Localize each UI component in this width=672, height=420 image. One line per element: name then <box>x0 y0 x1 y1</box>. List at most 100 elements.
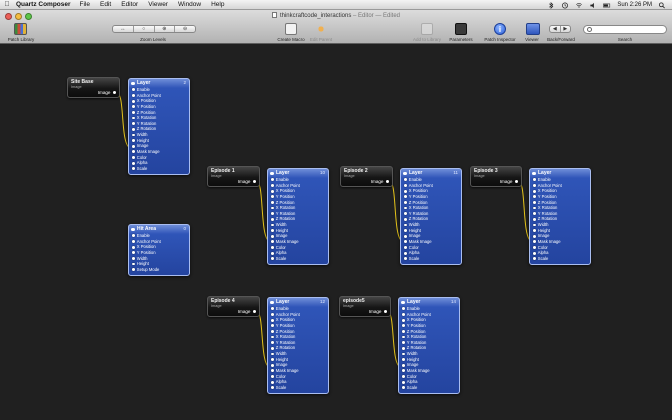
zoom-fit-button[interactable]: ↔ <box>113 26 134 32</box>
viewer-icon[interactable] <box>526 23 540 35</box>
output-port-dot[interactable] <box>112 90 116 95</box>
input-port-dot[interactable] <box>533 251 536 255</box>
input-port-dot[interactable] <box>132 156 135 159</box>
patch-episode-5[interactable]: episode5 Image Image <box>339 296 391 317</box>
output-port[interactable]: Image <box>238 309 256 314</box>
input-port-dot[interactable] <box>404 212 407 216</box>
output-port[interactable]: Image <box>500 179 518 184</box>
output-port-dot[interactable] <box>252 309 256 314</box>
input-port-dot[interactable] <box>271 313 274 316</box>
output-port-dot[interactable] <box>385 179 389 184</box>
patch-layer-episode-2[interactable]: Layer 11 Enable Anchor Point X Position Y Po… <box>400 168 462 265</box>
input-port-dot[interactable] <box>132 262 135 266</box>
input-port-dot[interactable] <box>132 240 135 243</box>
output-port[interactable]: Image <box>369 309 387 314</box>
input-port-dot[interactable] <box>533 189 536 193</box>
output-port[interactable]: Image <box>371 179 389 184</box>
input-port-dot[interactable] <box>132 94 135 97</box>
input-port-dot[interactable] <box>533 184 536 187</box>
input-port-dot[interactable] <box>533 240 536 244</box>
input-port-dot[interactable] <box>533 217 536 221</box>
patch-layer-episode-1[interactable]: Layer 10 Enable Anchor Point X Position Y Po… <box>267 168 329 265</box>
bluetooth-icon[interactable] <box>547 1 555 9</box>
patch-episode-1[interactable]: Episode 1 Image Image <box>207 166 260 187</box>
input-port-dot[interactable] <box>533 200 536 204</box>
viewer-button[interactable]: Viewer <box>520 37 544 42</box>
patch-layer-episode-5[interactable]: Layer 14 Enable Anchor Point X Position Y Po… <box>398 297 460 394</box>
zoom-actual-button[interactable]: ○ <box>134 26 155 32</box>
input-port-dot[interactable] <box>402 335 405 339</box>
input-port-dot[interactable] <box>404 234 407 238</box>
menu-window[interactable]: Window <box>178 1 201 8</box>
input-port-dot[interactable] <box>132 268 135 272</box>
patch-library-icon[interactable] <box>14 23 27 35</box>
input-port-dot[interactable] <box>402 369 405 373</box>
input-port-dot[interactable] <box>533 234 536 238</box>
input-port-dot[interactable] <box>132 150 135 154</box>
input-port-dot[interactable] <box>533 257 536 261</box>
input-port-dot[interactable] <box>271 229 274 232</box>
input-port-dot[interactable] <box>402 313 405 316</box>
input-port-dot[interactable] <box>404 217 407 221</box>
patch-site-base[interactable]: Site Base Image Image <box>67 77 120 98</box>
input-port[interactable]: Scale <box>132 166 189 172</box>
input-port-dot[interactable] <box>271 358 274 361</box>
input-port-dot[interactable] <box>533 206 536 210</box>
menu-viewer[interactable]: Viewer <box>148 1 168 8</box>
input-port[interactable]: Scale <box>271 256 328 262</box>
menu-help[interactable]: Help <box>211 1 224 8</box>
input-port-dot[interactable] <box>271 329 274 333</box>
input-port[interactable]: Scale <box>402 385 459 391</box>
input-port-dot[interactable] <box>404 223 407 227</box>
zoom-levels-control[interactable]: ↔ ○ ⊕ ⊖ <box>112 25 196 33</box>
input-port-dot[interactable] <box>271 251 274 255</box>
input-port[interactable]: Scale <box>404 256 461 262</box>
input-port-dot[interactable] <box>132 234 135 238</box>
input-port-dot[interactable] <box>271 206 274 210</box>
search-input[interactable] <box>583 25 667 34</box>
input-port-dot[interactable] <box>271 240 274 244</box>
zoom-in-button[interactable]: ⊕ <box>155 26 176 32</box>
input-port-dot[interactable] <box>271 363 274 367</box>
input-port-dot[interactable] <box>404 257 407 261</box>
input-port-dot[interactable] <box>132 139 135 142</box>
forward-arrow-icon[interactable]: ▶ <box>561 26 571 32</box>
input-port-dot[interactable] <box>271 369 274 373</box>
input-port-dot[interactable] <box>132 161 135 165</box>
input-port-dot[interactable] <box>402 318 405 322</box>
input-port-dot[interactable] <box>402 358 405 361</box>
input-port-dot[interactable] <box>533 212 536 216</box>
volume-icon[interactable] <box>589 2 597 9</box>
menu-file[interactable]: File <box>80 1 90 8</box>
apple-menu-icon[interactable]:  <box>0 1 14 8</box>
input-port-dot[interactable] <box>271 307 274 311</box>
input-port-dot[interactable] <box>402 352 405 356</box>
input-port-dot[interactable] <box>271 352 274 356</box>
patch-episode-4[interactable]: Episode 4 Image Image <box>207 296 260 317</box>
input-port-dot[interactable] <box>271 375 274 378</box>
input-port-dot[interactable] <box>271 335 274 339</box>
input-port-dot[interactable] <box>271 195 274 199</box>
input-port-dot[interactable] <box>271 257 274 261</box>
composition-canvas[interactable]: Site Base Image Image Episode 1 Image Im… <box>0 44 672 420</box>
input-port[interactable]: Scale <box>271 385 328 391</box>
input-port-dot[interactable] <box>132 251 135 255</box>
input-port-dot[interactable] <box>271 234 274 238</box>
output-port-dot[interactable] <box>514 179 518 184</box>
input-port-dot[interactable] <box>402 329 405 333</box>
input-port[interactable]: Scale <box>533 256 590 262</box>
input-port-dot[interactable] <box>404 195 407 199</box>
patch-hit-area[interactable]: Hit Area 0 Enable Anchor Point X Position Y … <box>128 224 190 276</box>
spotlight-icon[interactable] <box>658 1 666 9</box>
output-port-dot[interactable] <box>383 309 387 314</box>
patch-layer-base[interactable]: Layer 2 Enable Anchor Point X Position Y Pos… <box>128 78 190 175</box>
menu-editor[interactable]: Editor <box>121 1 138 8</box>
input-port-dot[interactable] <box>132 133 135 137</box>
menu-app-name[interactable]: Quartz Composer <box>16 1 71 8</box>
input-port-dot[interactable] <box>402 363 405 367</box>
input-port-dot[interactable] <box>271 223 274 227</box>
input-port-dot[interactable] <box>404 200 407 204</box>
input-port-dot[interactable] <box>271 184 274 187</box>
input-port-dot[interactable] <box>404 240 407 244</box>
parameters-icon[interactable] <box>455 23 467 35</box>
